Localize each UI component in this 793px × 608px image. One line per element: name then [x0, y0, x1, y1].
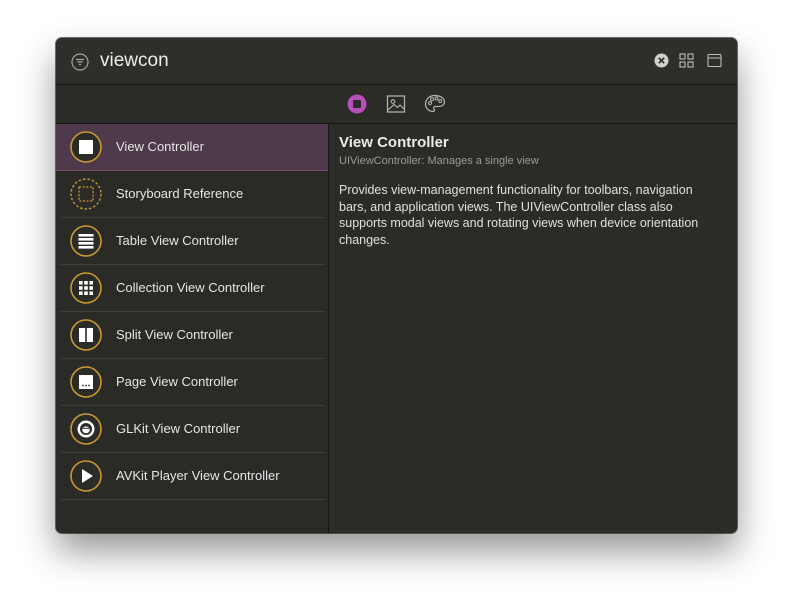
detail-description: Provides view-management functionality f…: [339, 183, 699, 247]
item-label: View Controller: [116, 139, 204, 154]
list-item-view-controller[interactable]: View Controller: [56, 124, 328, 171]
glkit-icon: [70, 413, 102, 445]
split-view-icon: [70, 319, 102, 351]
list-item-storyboard-reference[interactable]: Storyboard Reference: [61, 171, 325, 218]
image-icon[interactable]: [385, 93, 407, 115]
list-item-split-view-controller[interactable]: Split View Controller: [61, 312, 325, 359]
stop-icon[interactable]: [346, 93, 368, 115]
item-label: Page View Controller: [116, 374, 238, 389]
list-item-table-view-controller[interactable]: Table View Controller: [61, 218, 325, 265]
item-label: AVKit Player View Controller: [116, 468, 280, 483]
search-input[interactable]: [100, 48, 600, 74]
list-item-page-view-controller[interactable]: Page View Controller: [61, 359, 325, 406]
list-item-glkit-view-controller[interactable]: GLKit View Controller: [61, 406, 325, 453]
detail-title: View Controller: [339, 134, 449, 151]
page-view-icon: [70, 366, 102, 398]
storyboard-reference-icon: [70, 178, 102, 210]
list-item-avkit-player-view-controller[interactable]: AVKit Player View Controller: [61, 453, 325, 500]
table-view-icon: [70, 225, 102, 257]
palette-icon[interactable]: [424, 93, 446, 115]
search-bar: [56, 38, 737, 85]
grid-view-icon[interactable]: [679, 53, 694, 68]
clear-icon[interactable]: [654, 53, 669, 68]
item-label: Storyboard Reference: [116, 186, 244, 201]
object-list: View Controller Storyboard Reference Tab…: [56, 124, 329, 533]
item-label: Split View Controller: [116, 327, 233, 342]
view-controller-icon: [70, 131, 102, 163]
item-label: Collection View Controller: [116, 280, 265, 295]
filter-icon[interactable]: [71, 53, 89, 71]
play-icon: [70, 460, 102, 492]
detail-subtitle: UIViewController: Manages a single view: [339, 155, 539, 167]
library-window: View Controller Storyboard Reference Tab…: [56, 38, 737, 533]
library-tabs: [56, 85, 737, 124]
collection-view-icon: [70, 272, 102, 304]
detail-pane: View Controller UIViewController: Manage…: [339, 134, 729, 248]
item-label: GLKit View Controller: [116, 421, 241, 436]
item-label: Table View Controller: [116, 233, 239, 248]
list-item-collection-view-controller[interactable]: Collection View Controller: [61, 265, 325, 312]
detail-view-icon[interactable]: [707, 53, 722, 68]
